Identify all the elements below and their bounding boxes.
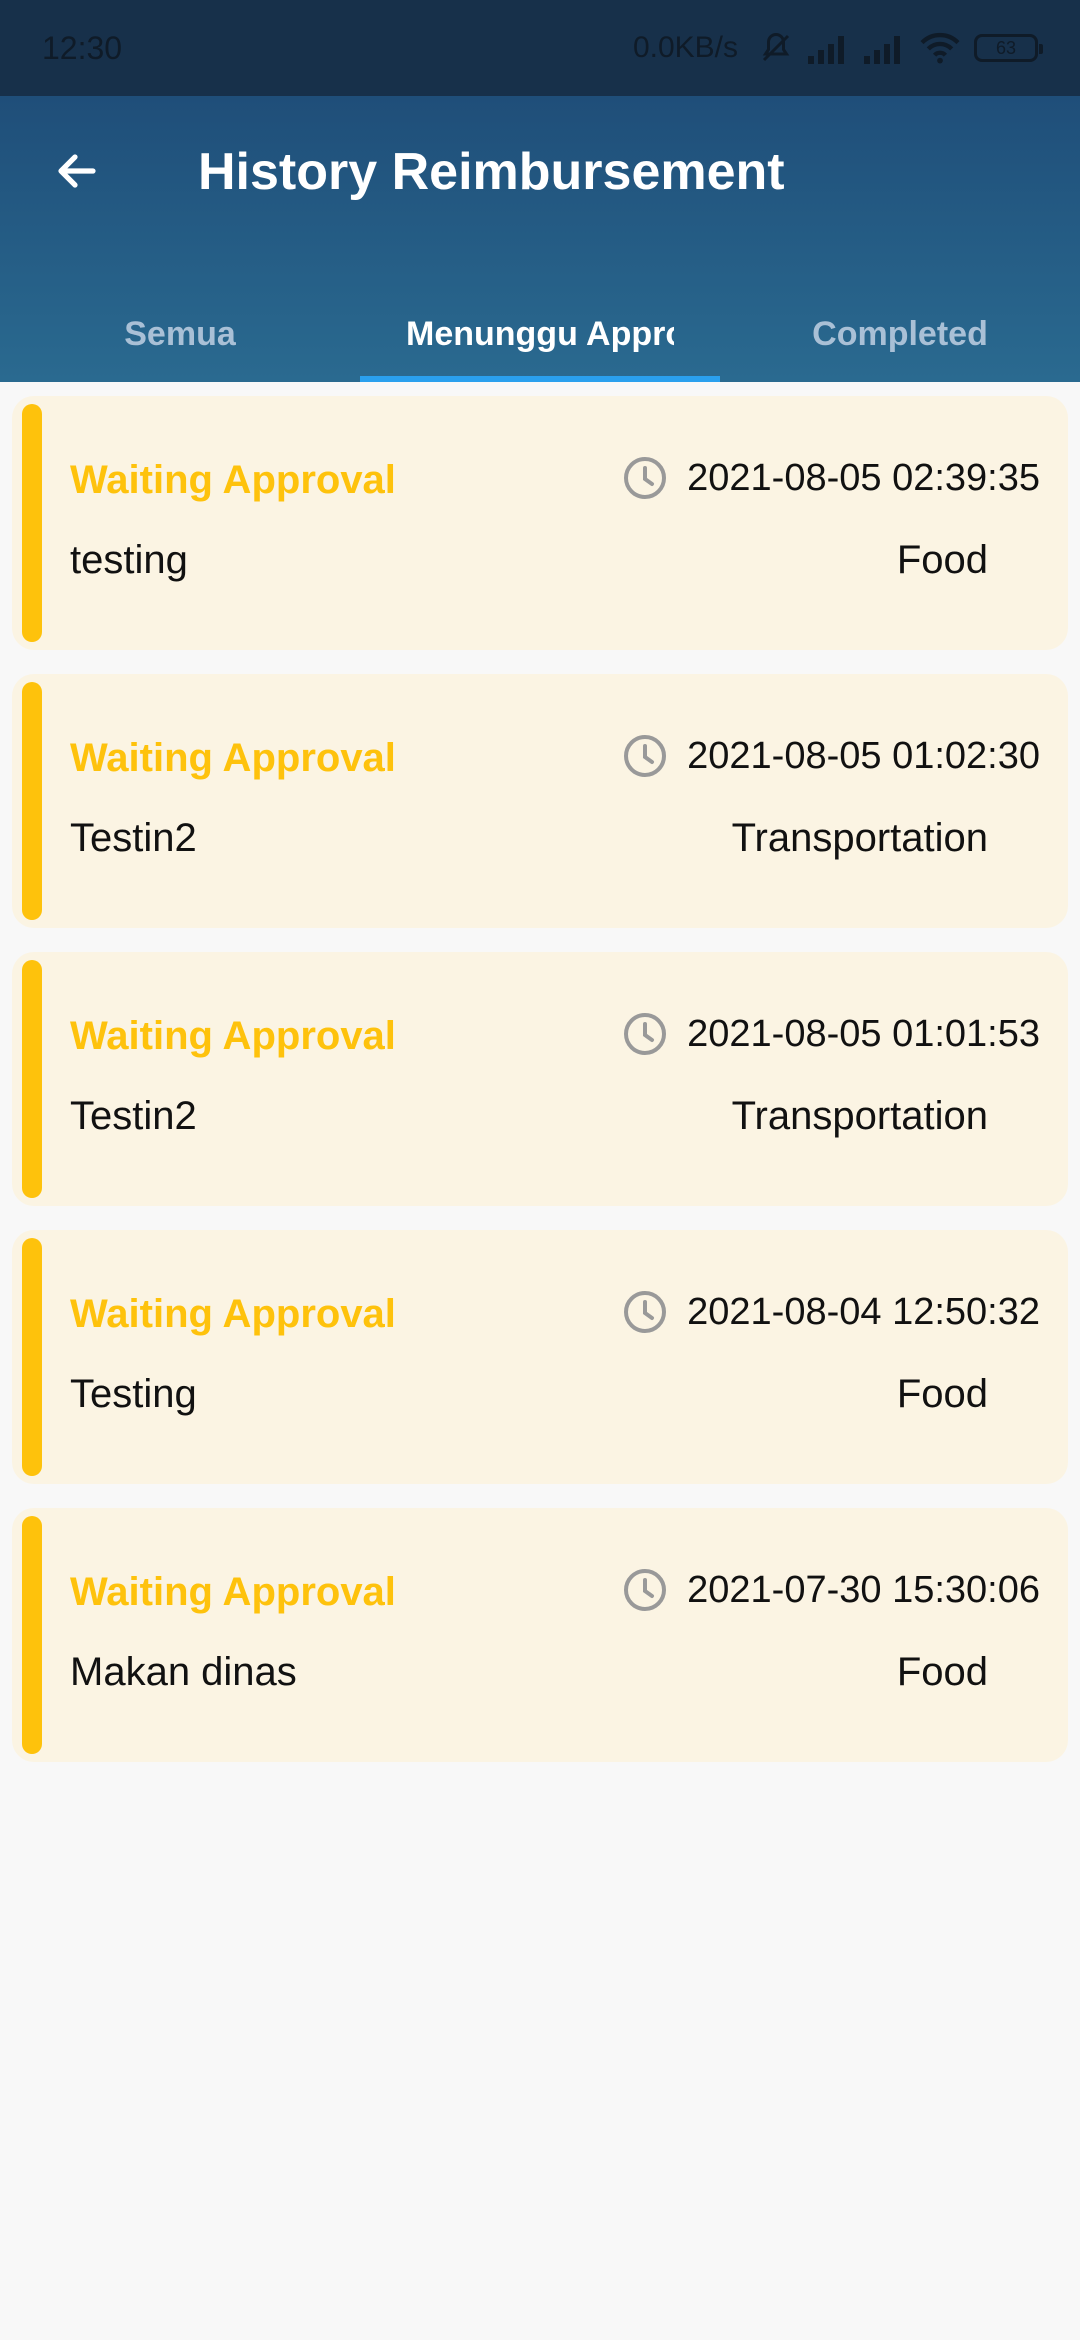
datetime-text: 2021-08-04 12:50:32 <box>687 1290 1040 1333</box>
page-title: History Reimbursement <box>198 143 785 201</box>
tab-menunggu-approval[interactable]: Menunggu Approval <box>360 286 720 382</box>
category-label: Transportation <box>731 1094 988 1138</box>
clock-icon <box>624 1291 667 1333</box>
status-bar: 12:30 0.0KB/s 63 <box>0 0 1080 96</box>
datetime-text: 2021-08-05 01:02:30 <box>687 734 1040 777</box>
tab-completed[interactable]: Completed <box>720 286 1080 382</box>
reimbursement-name: Testin2 <box>70 816 197 860</box>
timestamp: 2021-08-04 12:50:32 <box>621 1288 1040 1336</box>
status-accent-bar <box>22 404 42 642</box>
reimbursement-list: Waiting Approval 2021-08-05 02:39:35 tes… <box>12 396 1068 1786</box>
battery-level: 63 <box>995 37 1017 58</box>
clock-icon <box>624 457 667 499</box>
status-accent-bar <box>22 960 42 1198</box>
timestamp: 2021-08-05 01:01:53 <box>621 1010 1040 1058</box>
category-label: Food <box>896 1650 988 1694</box>
clock-icon <box>624 1569 667 1611</box>
datetime-text: 2021-08-05 01:01:53 <box>687 1012 1040 1055</box>
timestamp: 2021-08-05 01:02:30 <box>621 732 1040 780</box>
status-time: 12:30 <box>42 29 123 66</box>
reimbursement-name: Testing <box>70 1372 197 1416</box>
battery-icon: 63 <box>974 34 1043 62</box>
reimbursement-card[interactable]: Waiting Approval 2021-07-30 15:30:06 Mak… <box>12 1508 1068 1762</box>
status-label: Waiting Approval <box>70 458 396 502</box>
status-accent-bar <box>22 1238 42 1476</box>
wifi-icon <box>920 32 960 64</box>
status-label: Waiting Approval <box>70 1014 396 1058</box>
category-label: Food <box>896 1372 988 1416</box>
tab-semua[interactable]: Semua <box>0 286 360 382</box>
reimbursement-name: Testin2 <box>70 1094 197 1138</box>
category-label: Food <box>896 538 988 582</box>
tab-semua-label: Semua <box>124 314 236 353</box>
tab-indicator <box>360 376 720 382</box>
status-accent-bar <box>22 1516 42 1754</box>
tab-bar: Semua Menunggu Approval Completed <box>0 286 1080 382</box>
reimbursement-card[interactable]: Waiting Approval 2021-08-05 01:01:53 Tes… <box>12 952 1068 1206</box>
reimbursement-name: testing <box>70 538 188 582</box>
arrow-left-icon <box>58 154 96 188</box>
status-label: Waiting Approval <box>70 1570 396 1614</box>
tab-completed-label: Completed <box>812 314 988 353</box>
net-speed: 0.0KB/s <box>632 31 738 64</box>
signal-icon <box>808 36 844 64</box>
tab-menunggu-approval-label: Menunggu Approval <box>406 314 674 353</box>
timestamp: 2021-07-30 15:30:06 <box>621 1566 1040 1614</box>
datetime-text: 2021-07-30 15:30:06 <box>687 1568 1040 1611</box>
datetime-text: 2021-08-05 02:39:35 <box>687 456 1040 499</box>
status-icons: 0.0KB/s 63 <box>632 30 1043 66</box>
timestamp: 2021-08-05 02:39:35 <box>621 454 1040 502</box>
status-label: Waiting Approval <box>70 1292 396 1336</box>
mute-bell-icon <box>762 32 790 62</box>
status-label: Waiting Approval <box>70 736 396 780</box>
app-bar: History Reimbursement Semua Menunggu App… <box>0 96 1080 382</box>
signal-icon <box>864 36 900 64</box>
category-label: Transportation <box>731 816 988 860</box>
reimbursement-name: Makan dinas <box>70 1650 297 1694</box>
reimbursement-card[interactable]: Waiting Approval 2021-08-05 01:02:30 Tes… <box>12 674 1068 928</box>
clock-icon <box>624 1013 667 1055</box>
back-button[interactable] <box>52 146 102 196</box>
reimbursement-card[interactable]: Waiting Approval 2021-08-04 12:50:32 Tes… <box>12 1230 1068 1484</box>
status-accent-bar <box>22 682 42 920</box>
clock-icon <box>624 735 667 777</box>
reimbursement-card[interactable]: Waiting Approval 2021-08-05 02:39:35 tes… <box>12 396 1068 650</box>
